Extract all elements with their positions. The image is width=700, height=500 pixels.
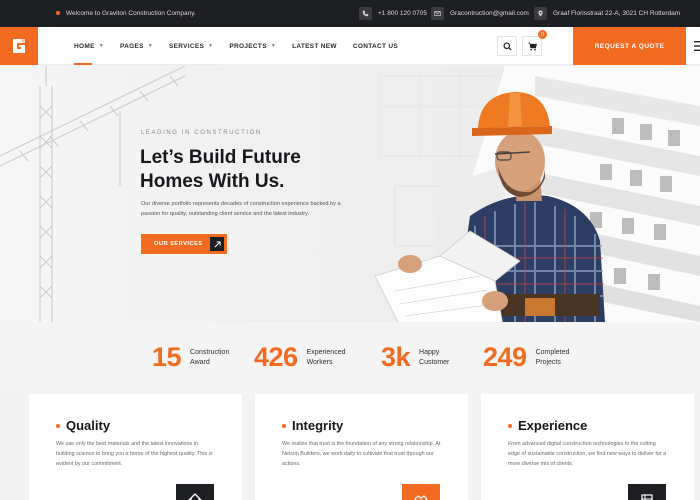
- cart-button[interactable]: [522, 36, 542, 56]
- search-icon: [502, 41, 512, 51]
- nav-contact-us-label: CONTACT US: [352, 42, 398, 50]
- chevron-down-icon: ▼: [270, 43, 277, 49]
- house-icon: [176, 484, 214, 500]
- card-text: We realize that trust is the foundation …: [282, 441, 441, 467]
- nav-services-label: SERVICES: [168, 42, 205, 50]
- title-bullet: [282, 423, 286, 428]
- card-text: We use only the best materials and the l…: [56, 441, 213, 467]
- email-info[interactable]: Gracontruction@gmail.com: [431, 6, 529, 21]
- chevron-down-icon: ▼: [208, 43, 214, 49]
- stat-projects: 249 Completed Projects: [483, 342, 569, 373]
- hero-title-line1: Let’s Build Future: [140, 147, 301, 168]
- main-header: HOME ▼ PAGES ▼ SERVICES ▼ PROJECTS ▼ LAT…: [0, 27, 700, 65]
- phone-info[interactable]: +1 800 120 0705: [359, 6, 427, 21]
- stat-label: Completed Projects: [535, 348, 570, 366]
- stat-value: 426: [254, 342, 298, 372]
- chevron-down-icon: ▼: [98, 43, 104, 49]
- search-button[interactable]: [497, 36, 517, 56]
- stats-section: 15 Construction Award 426 Experienced Work…: [0, 322, 700, 394]
- top-bar: Welcome to Graviton Construction Company…: [0, 0, 700, 27]
- phone-text: +1 800 120 0705: [378, 10, 427, 17]
- main-nav: HOME ▼ PAGES ▼ SERVICES ▼ PROJECTS ▼ LAT…: [74, 27, 414, 65]
- logo-mark: [13, 39, 25, 53]
- address-info: Graaf Florisstraat 22-A, 3021 CH Rotterd…: [534, 6, 680, 21]
- email-text: Gracontruction@gmail.com: [450, 10, 529, 17]
- hero-title: Let’s Build Future Homes With Us.: [140, 146, 380, 194]
- stat-value: 3k: [381, 342, 411, 372]
- blueprint-icon: [628, 484, 666, 500]
- feature-card-integrity: Integrity We realize that trust is the f…: [255, 394, 468, 500]
- chevron-down-icon: ▼: [147, 43, 153, 49]
- nav-contact-us[interactable]: CONTACT US: [353, 27, 398, 65]
- feature-card-experience: Experience From advanced digital constru…: [481, 394, 694, 500]
- arrow-right-icon: [210, 237, 224, 251]
- feature-card-quality: Quality We use only the best materials a…: [29, 394, 242, 500]
- cart-count-badge: 0: [538, 30, 547, 39]
- welcome-text: Welcome to Graviton Construction Company…: [66, 10, 196, 17]
- hero-description: Our diverse portfolio represents decades…: [141, 201, 341, 217]
- stat-customers: 3k Happy Customer: [381, 342, 449, 373]
- nav-latest-new-label: LATEST NEW: [292, 42, 337, 50]
- email-icon: [431, 7, 444, 20]
- nav-home-label: HOME: [74, 42, 95, 50]
- stat-label: Construction Award: [190, 348, 230, 366]
- hero-section: LEADING IN CONSTRUCTION Let’s Build Futu…: [0, 66, 700, 322]
- card-title: Quality: [56, 418, 110, 433]
- stat-value: 15: [152, 342, 182, 372]
- phone-icon: [359, 7, 372, 20]
- hero-background-image: [0, 66, 700, 322]
- card-title: Experience: [508, 418, 587, 433]
- crane-illustration: [0, 66, 186, 322]
- location-icon: [534, 7, 547, 20]
- our-services-label: OUR SERVICES: [154, 241, 203, 247]
- our-services-button[interactable]: OUR SERVICES: [141, 234, 227, 254]
- hero-title-line2: Homes With Us.: [140, 171, 285, 192]
- address-text: Graaf Florisstraat 22-A, 3021 CH Rotterd…: [553, 10, 681, 17]
- request-quote-button[interactable]: REQUEST A QUOTE: [573, 27, 686, 65]
- logo[interactable]: [0, 27, 38, 65]
- nav-home[interactable]: HOME ▼: [74, 27, 104, 65]
- stat-awards: 15 Construction Award: [152, 342, 229, 373]
- nav-services[interactable]: SERVICES ▼: [169, 27, 213, 65]
- hero-eyebrow: LEADING IN CONSTRUCTION: [141, 130, 262, 136]
- stat-workers: 426 Experienced Workers: [254, 342, 345, 373]
- title-bullet: [508, 423, 512, 428]
- nav-latest-new[interactable]: LATEST NEW: [292, 27, 337, 65]
- stat-label: Experienced Workers: [306, 348, 346, 366]
- stat-value: 249: [483, 342, 527, 372]
- title-bullet: [56, 423, 60, 428]
- stat-label: Happy Customer: [419, 348, 450, 366]
- nav-pages[interactable]: PAGES ▼: [120, 27, 153, 65]
- card-text: From advanced digital construction techn…: [508, 441, 667, 467]
- card-title: Integrity: [282, 418, 343, 433]
- menu-icon[interactable]: [693, 38, 700, 54]
- nav-projects-label: PROJECTS: [229, 42, 267, 50]
- nav-projects[interactable]: PROJECTS ▼: [229, 27, 276, 65]
- handshake-icon: [402, 484, 440, 500]
- nav-pages-label: PAGES: [119, 42, 144, 50]
- cart-icon: [527, 42, 537, 51]
